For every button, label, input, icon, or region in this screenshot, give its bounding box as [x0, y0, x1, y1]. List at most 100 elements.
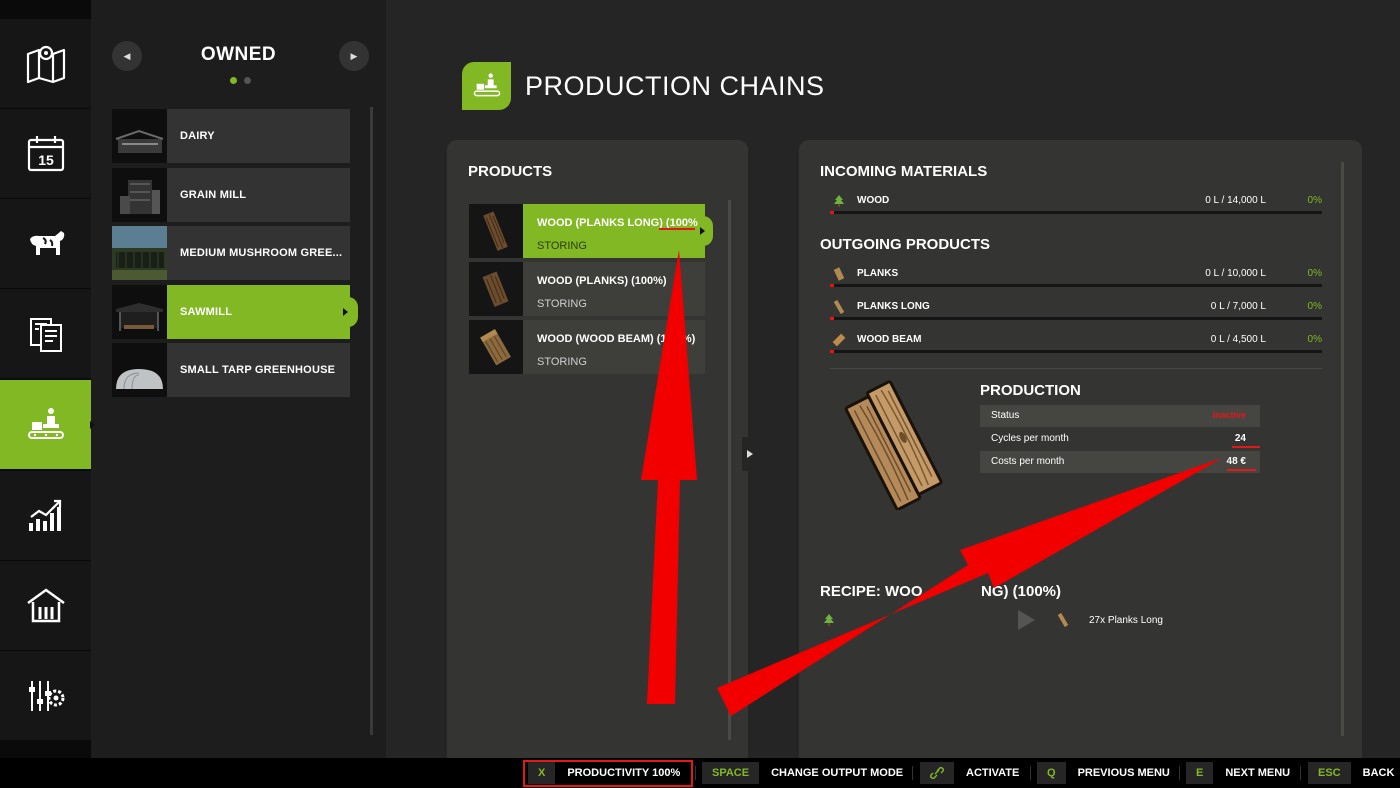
recipe-output: 27x Planks Long [1089, 615, 1163, 626]
product-name: WOOD (WOOD BEAM) (1 %) [537, 333, 696, 345]
product-mode: STORING [537, 240, 587, 252]
planks-long-product-image [844, 380, 943, 510]
planks-long-icon [1057, 613, 1069, 627]
recipe-heading-start: RECIPE: WOO [820, 583, 923, 600]
material-percent: 0% [1307, 301, 1322, 312]
statistics-icon [28, 499, 61, 531]
outgoing-heading: OUTGOING PRODUCTS [820, 236, 991, 253]
play-arrow-icon [1018, 610, 1035, 630]
list-scrollbar[interactable] [370, 107, 373, 735]
material-percent: 0% [1307, 268, 1322, 279]
list-item-label: GRAIN MILL [180, 189, 247, 201]
product-mode: STORING [537, 356, 587, 368]
nav-statistics-button[interactable] [0, 471, 91, 560]
dairy-thumbnail [112, 109, 167, 163]
annotation-underline-costs [1227, 469, 1256, 471]
nav-production-button[interactable] [0, 380, 101, 469]
product-mode: STORING [537, 298, 587, 310]
list-item-mushroom-greenhouse[interactable]: MEDIUM MUSHROOM GREE... [112, 226, 350, 280]
list-item-grain-mill[interactable]: GRAIN MILL [112, 168, 350, 222]
product-item-wood-beam[interactable]: WOOD (WOOD BEAM) (1 %) STORING [469, 320, 705, 374]
planks-long-icon [833, 300, 845, 314]
products-scrollbar[interactable] [728, 200, 731, 740]
status-value: Inactive [1212, 410, 1246, 420]
chevron-right-icon [747, 450, 753, 458]
material-fill-bar [830, 284, 1322, 287]
material-name: PLANKS LONG [857, 301, 930, 312]
finance-icon [26, 587, 65, 622]
incoming-heading: INCOMING MATERIALS [820, 163, 988, 180]
list-item-sawmill[interactable]: SAWMILL [112, 285, 358, 339]
key-space: SPACE [702, 762, 760, 784]
material-quantity: 0 L / 7,000 L [1210, 301, 1266, 312]
planks-icon [469, 262, 523, 316]
tarp-greenhouse-thumbnail [112, 343, 167, 397]
tree-icon [834, 195, 844, 207]
list-item-label: SAWMILL [180, 306, 233, 318]
material-name: PLANKS [857, 268, 899, 279]
material-row-wood: WOOD 0 L / 14,000 L 0% [820, 193, 1322, 215]
calendar-badge: 15 [38, 152, 54, 168]
nav-map-button[interactable] [0, 19, 91, 108]
status-row: Status Inactive [980, 405, 1260, 427]
status-label: Status [991, 410, 1020, 421]
nav-finance-button[interactable] [0, 561, 91, 650]
recipe-heading-end: NG) (100%) [981, 583, 1062, 600]
nav-contracts-button[interactable] [0, 289, 91, 378]
material-fill-bar [830, 317, 1322, 320]
page-indicator [244, 77, 251, 84]
key-q: Q [1037, 762, 1066, 784]
hint-back[interactable]: ESC BACK [1308, 758, 1394, 788]
material-name: WOOD [857, 195, 890, 206]
cycles-value: 24 [1234, 433, 1246, 444]
product-item-planks-long[interactable]: WOOD (PLANKS LONG) (100% STORING [469, 204, 713, 258]
hint-next-menu[interactable]: E NEXT MENU [1186, 758, 1290, 788]
product-item-planks[interactable]: WOOD (PLANKS) (100%) STORING [469, 262, 705, 316]
material-row-planks: PLANKS 0 L / 10,000 L 0% [820, 266, 1322, 288]
nav-calendar-button[interactable]: 15 [0, 109, 91, 198]
hint-previous-menu[interactable]: Q PREVIOUS MENU [1037, 758, 1170, 788]
production-icon [27, 407, 64, 439]
mushroom-greenhouse-thumbnail [112, 226, 167, 280]
expand-details-tab[interactable] [742, 437, 758, 471]
material-quantity: 0 L / 14,000 L [1205, 195, 1266, 206]
list-item-label: SMALL TARP GREENHOUSE [180, 364, 336, 376]
products-heading: PRODUCTS [468, 163, 553, 180]
material-row-wood-beam: WOOD BEAM 0 L / 4,500 L 0% [820, 332, 1322, 354]
annotation-box-productivity [523, 760, 693, 787]
main-navigation: 15 [0, 0, 101, 758]
hint-label: BACK [1362, 767, 1395, 779]
section-divider [830, 368, 1322, 369]
page-indicator-active [230, 77, 237, 84]
material-fill-bar [830, 350, 1322, 353]
list-item-label: MEDIUM MUSHROOM GREE... [180, 247, 343, 259]
nav-settings-button[interactable] [0, 651, 91, 740]
costs-value: 48 € [1226, 456, 1246, 467]
map-icon [26, 45, 65, 83]
hint-activate[interactable]: ACTIVATE [920, 758, 1019, 788]
list-item-small-tarp-greenhouse[interactable]: SMALL TARP GREENHOUSE [112, 343, 350, 397]
production-list-panel: ◀ OWNED ▶ DAIRY GRAIN MILL MEDIUM MUSHRO… [91, 0, 386, 758]
production-heading: PRODUCTION [980, 382, 1081, 399]
arrow-right-icon: ▶ [350, 50, 358, 61]
list-item-label: DAIRY [180, 130, 215, 142]
tree-icon [824, 614, 834, 626]
input-hints-bar: X PRODUCTIVITY 100% SPACE CHANGE OUTPUT … [0, 758, 1400, 788]
costs-row: Costs per month 48 € [980, 451, 1260, 473]
details-scrollbar[interactable] [1341, 162, 1344, 736]
hint-change-output-mode[interactable]: SPACE CHANGE OUTPUT MODE [702, 758, 903, 788]
nav-animals-button[interactable] [0, 199, 91, 288]
product-name: WOOD (PLANKS) (100%) [537, 275, 667, 287]
settings-icon [28, 680, 64, 711]
material-name: WOOD BEAM [857, 334, 922, 345]
annotation-underline-percent [659, 228, 695, 230]
list-item-dairy[interactable]: DAIRY [112, 109, 350, 163]
planks-icon [833, 267, 845, 281]
sawmill-thumbnail [112, 285, 167, 339]
products-panel: PRODUCTS WOOD (PLANKS LONG) (100% STORIN… [447, 140, 748, 758]
page-title: PRODUCTION CHAINS [525, 71, 825, 101]
key-e: E [1186, 762, 1214, 784]
next-page-button[interactable]: ▶ [339, 41, 369, 71]
hint-label: NEXT MENU [1225, 767, 1291, 779]
key-esc: ESC [1308, 762, 1351, 784]
